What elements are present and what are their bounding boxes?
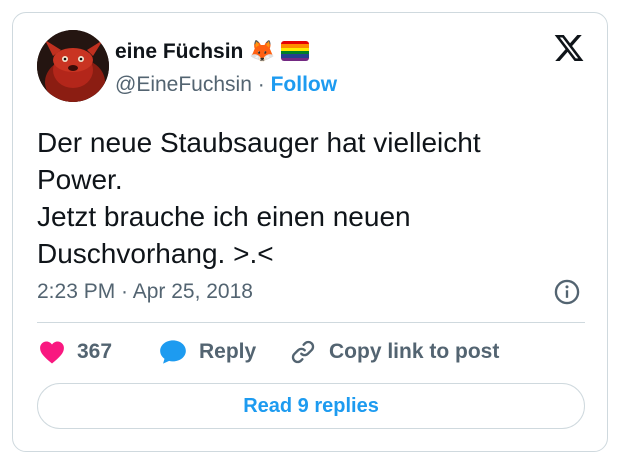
tweet-card: eine Füchsin 🦊 @EineFuchsin · Follow Der… xyxy=(12,12,608,452)
tweet-line: Der neue Staubsauger hat vielleicht xyxy=(37,127,481,158)
reply-label: Reply xyxy=(199,340,257,363)
avatar[interactable] xyxy=(37,30,109,102)
author-handle-line: @EineFuchsin · Follow xyxy=(115,72,337,98)
like-button[interactable]: 367 xyxy=(39,337,112,367)
tweet-line: Jetzt brauche ich einen neuen xyxy=(37,201,411,232)
heart-icon xyxy=(40,341,64,364)
tweet-timestamp[interactable]: 2:23 PM · Apr 25, 2018 xyxy=(37,279,253,305)
reply-button[interactable]: Reply xyxy=(159,337,256,367)
separator-dot: · xyxy=(257,73,265,96)
tweet-line: Duschvorhang. >.< xyxy=(37,238,274,269)
reply-bubble-icon xyxy=(160,340,186,364)
author-handle[interactable]: @EineFuchsin xyxy=(115,73,252,96)
author-name[interactable]: eine Füchsin 🦊 xyxy=(115,39,310,65)
link-icon xyxy=(291,340,315,364)
author-display-name: eine Füchsin 🦊 xyxy=(115,40,276,63)
divider xyxy=(37,322,585,323)
flag-stripe xyxy=(281,57,310,61)
rainbow-flag-icon xyxy=(281,41,310,61)
copy-link-button[interactable]: Copy link to post xyxy=(289,337,499,367)
avatar-image xyxy=(37,30,109,102)
info-icon[interactable] xyxy=(553,278,581,306)
follow-button[interactable]: Follow xyxy=(271,73,338,96)
tweet-line: Power. xyxy=(37,164,123,195)
read-replies-button[interactable]: Read 9 replies xyxy=(37,383,585,429)
tweet-text: Der neue Staubsauger hat vielleicht Powe… xyxy=(37,124,585,272)
likes-count: 367 xyxy=(77,340,113,363)
copy-link-label: Copy link to post xyxy=(329,340,500,363)
x-logo-icon[interactable] xyxy=(553,32,585,64)
